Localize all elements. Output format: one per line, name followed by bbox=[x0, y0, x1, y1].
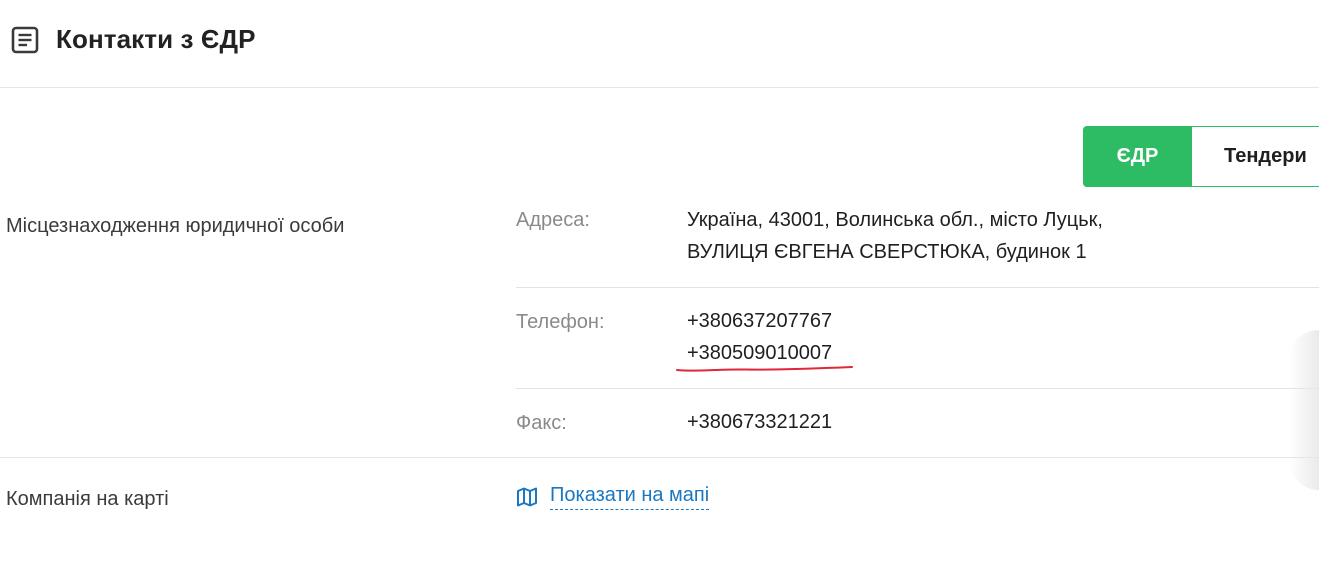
tab-tenders[interactable]: Тендери bbox=[1192, 126, 1319, 187]
phone-values: +380637207767 +380509010007 bbox=[687, 305, 832, 369]
phone-label: Телефон: bbox=[516, 311, 605, 333]
phone-number-1: +380637207767 bbox=[687, 310, 833, 332]
show-on-map-label: Показати на мапі bbox=[550, 484, 710, 510]
fax-label: Факс: bbox=[516, 412, 567, 434]
address-line-2: ВУЛИЦЯ ЄВГЕНА СВЕРСТЮКА, будинок 1 bbox=[687, 241, 1087, 263]
address-line-1: Україна, 43001, Волинська обл., місто Лу… bbox=[687, 209, 1103, 231]
source-toggle: ЄДР Тендери bbox=[1083, 126, 1319, 187]
document-list-icon bbox=[11, 26, 39, 54]
divider bbox=[0, 457, 1319, 458]
tab-edr[interactable]: ЄДР bbox=[1083, 126, 1192, 187]
show-on-map-link[interactable]: Показати на мапі bbox=[516, 484, 710, 510]
map-icon bbox=[517, 487, 537, 507]
page: Контакти з ЄДР ЄДР Тендери Місцезнаходже… bbox=[0, 0, 1319, 563]
location-section-label: Місцезнаходження юридичної особи bbox=[6, 215, 345, 237]
address-label: Адреса: bbox=[516, 209, 590, 231]
page-title: Контакти з ЄДР bbox=[56, 24, 256, 54]
divider bbox=[516, 388, 1319, 389]
address-value: Україна, 43001, Волинська обл., місто Лу… bbox=[687, 204, 1103, 268]
map-section-label: Компанія на карті bbox=[6, 488, 169, 510]
floating-panel-edge bbox=[1289, 330, 1319, 490]
divider bbox=[516, 287, 1319, 288]
fax-value: +380673321221 bbox=[687, 411, 833, 433]
section-header: Контакти з ЄДР bbox=[0, 0, 1319, 88]
red-underline-annotation bbox=[676, 366, 853, 372]
